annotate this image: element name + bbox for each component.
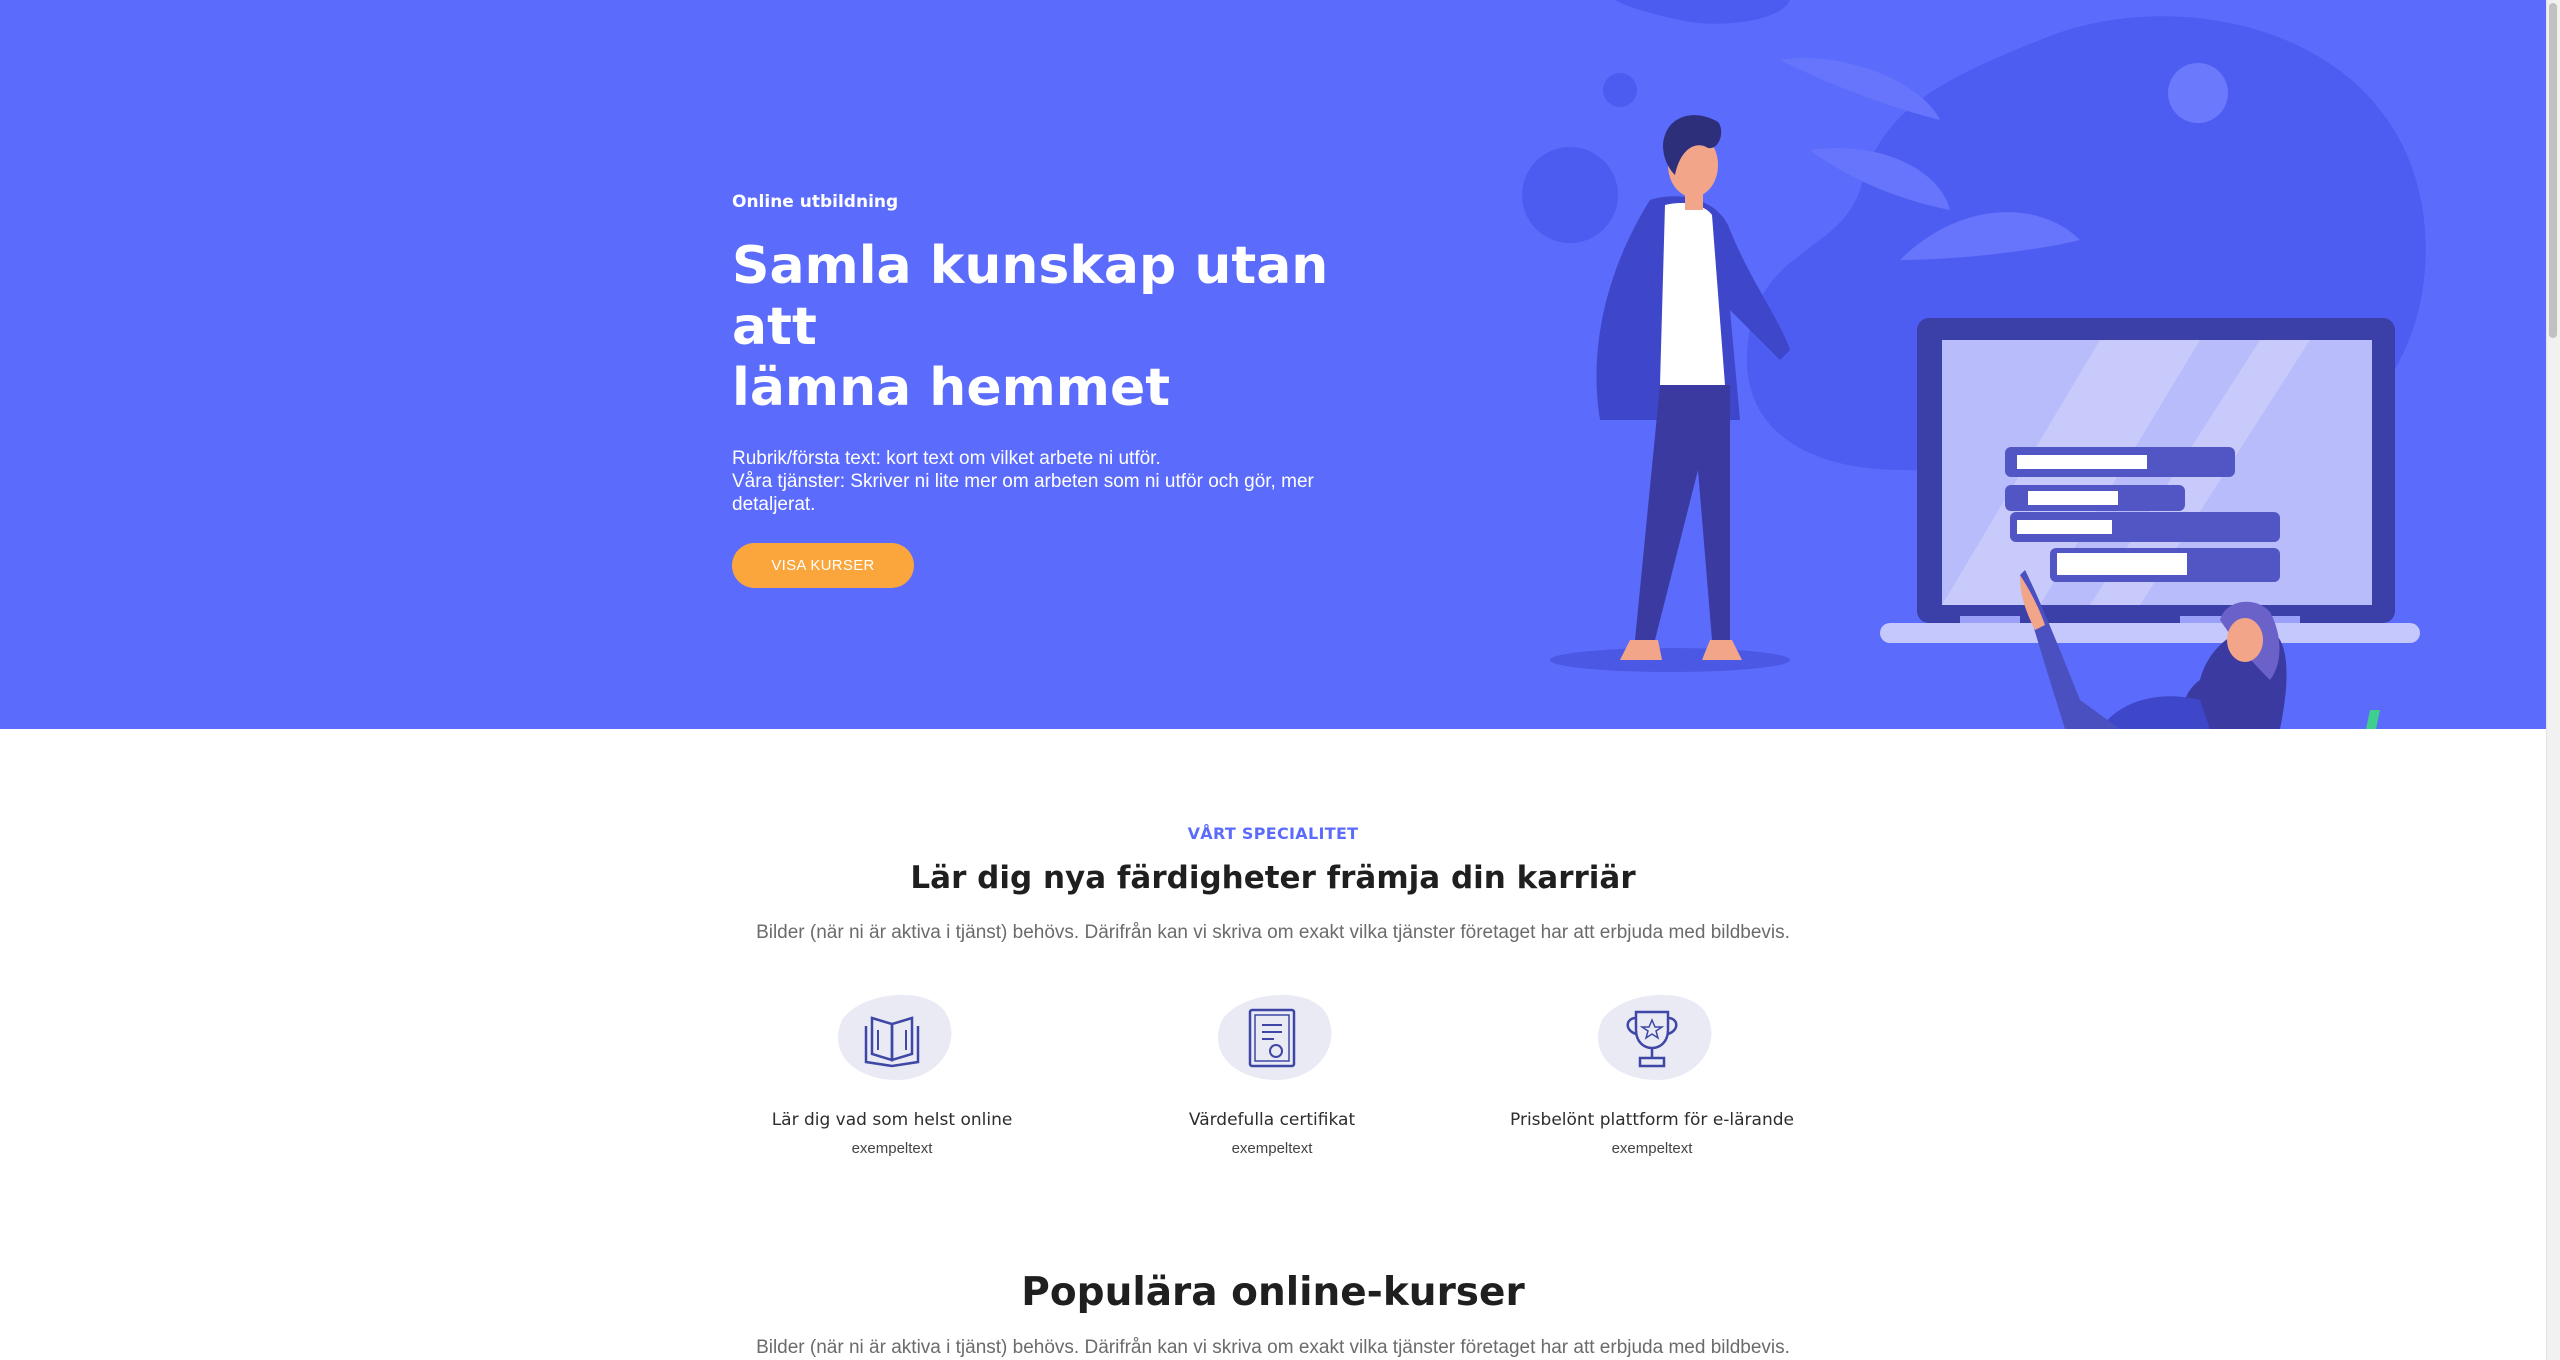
bubble xyxy=(1522,147,1618,243)
hero-title-line-2: lämna hemmet xyxy=(732,358,1171,418)
hero-section: Online utbildning Samla kunskap utan att… xyxy=(0,0,2546,729)
feature-card-award-platform: Prisbelönt plattform för e-lärande exemp… xyxy=(1482,980,1822,1157)
page: Online utbildning Samla kunskap utan att… xyxy=(0,0,2560,1360)
feature-title: Värdefulla certifikat xyxy=(1188,1110,1356,1130)
certificate-icon xyxy=(1218,994,1332,1080)
screen-bar xyxy=(2028,491,2118,505)
laptop-base xyxy=(1880,623,2420,643)
feature-desc: exempeltext xyxy=(1611,1140,1693,1157)
feature-desc: exempeltext xyxy=(1231,1140,1313,1157)
page-scrollbar[interactable] xyxy=(2546,0,2560,1360)
feature-card-certificates: Värdefulla certifikat exempeltext xyxy=(1102,980,1442,1157)
screen-bar xyxy=(2017,455,2147,469)
specialty-title: Lär dig nya färdigheter främja din karri… xyxy=(910,860,1636,896)
view-courses-button[interactable]: VISA KURSER xyxy=(732,543,914,588)
specialty-eyebrow: VÅRT SPECIALITET xyxy=(1187,824,1359,843)
bubble xyxy=(1603,73,1637,107)
hero-text: Online utbildning Samla kunskap utan att… xyxy=(732,192,1372,588)
book-icon xyxy=(838,994,952,1080)
hero-desc-line-3: detaljerat. xyxy=(732,494,816,515)
hero-title: Samla kunskap utan att lämna hemmet xyxy=(732,236,1372,419)
hero-description: Rubrik/första text: kort text om vilket … xyxy=(732,447,1372,516)
specialty-subtitle: Bilder (när ni är aktiva i tjänst) behöv… xyxy=(756,922,1790,943)
hero-desc-line-1: Rubrik/första text: kort text om vilket … xyxy=(732,448,1161,469)
feature-title: Prisbelönt plattform för e-lärande xyxy=(1510,1110,1794,1130)
hero-title-line-1: Samla kunskap utan att xyxy=(732,236,1329,357)
leaf-shape xyxy=(1780,58,1940,120)
hero-eyebrow: Online utbildning xyxy=(732,192,899,212)
feature-card-learn-online: Lär dig vad som helst online exempeltext xyxy=(722,980,1062,1157)
screen-bar xyxy=(2017,520,2112,534)
hero-desc-line-2: Våra tjänster: Skriver ni lite mer om ar… xyxy=(732,471,1314,492)
person-legs xyxy=(1635,385,1730,640)
trophy-icon xyxy=(1598,994,1712,1080)
blob-shape-top xyxy=(1614,0,1790,24)
hero-illustration xyxy=(1522,0,2426,729)
scrollbar-thumb[interactable] xyxy=(2549,3,2557,338)
bubble xyxy=(2168,63,2228,123)
popular-courses-title: Populära online-kurser xyxy=(1021,1270,1525,1315)
feature-desc: exempeltext xyxy=(851,1140,933,1157)
feature-title: Lär dig vad som helst online xyxy=(771,1110,1013,1130)
screen-bar xyxy=(2057,553,2187,575)
popular-courses-subtitle: Bilder (när ni är aktiva i tjänst) behöv… xyxy=(756,1337,1790,1358)
